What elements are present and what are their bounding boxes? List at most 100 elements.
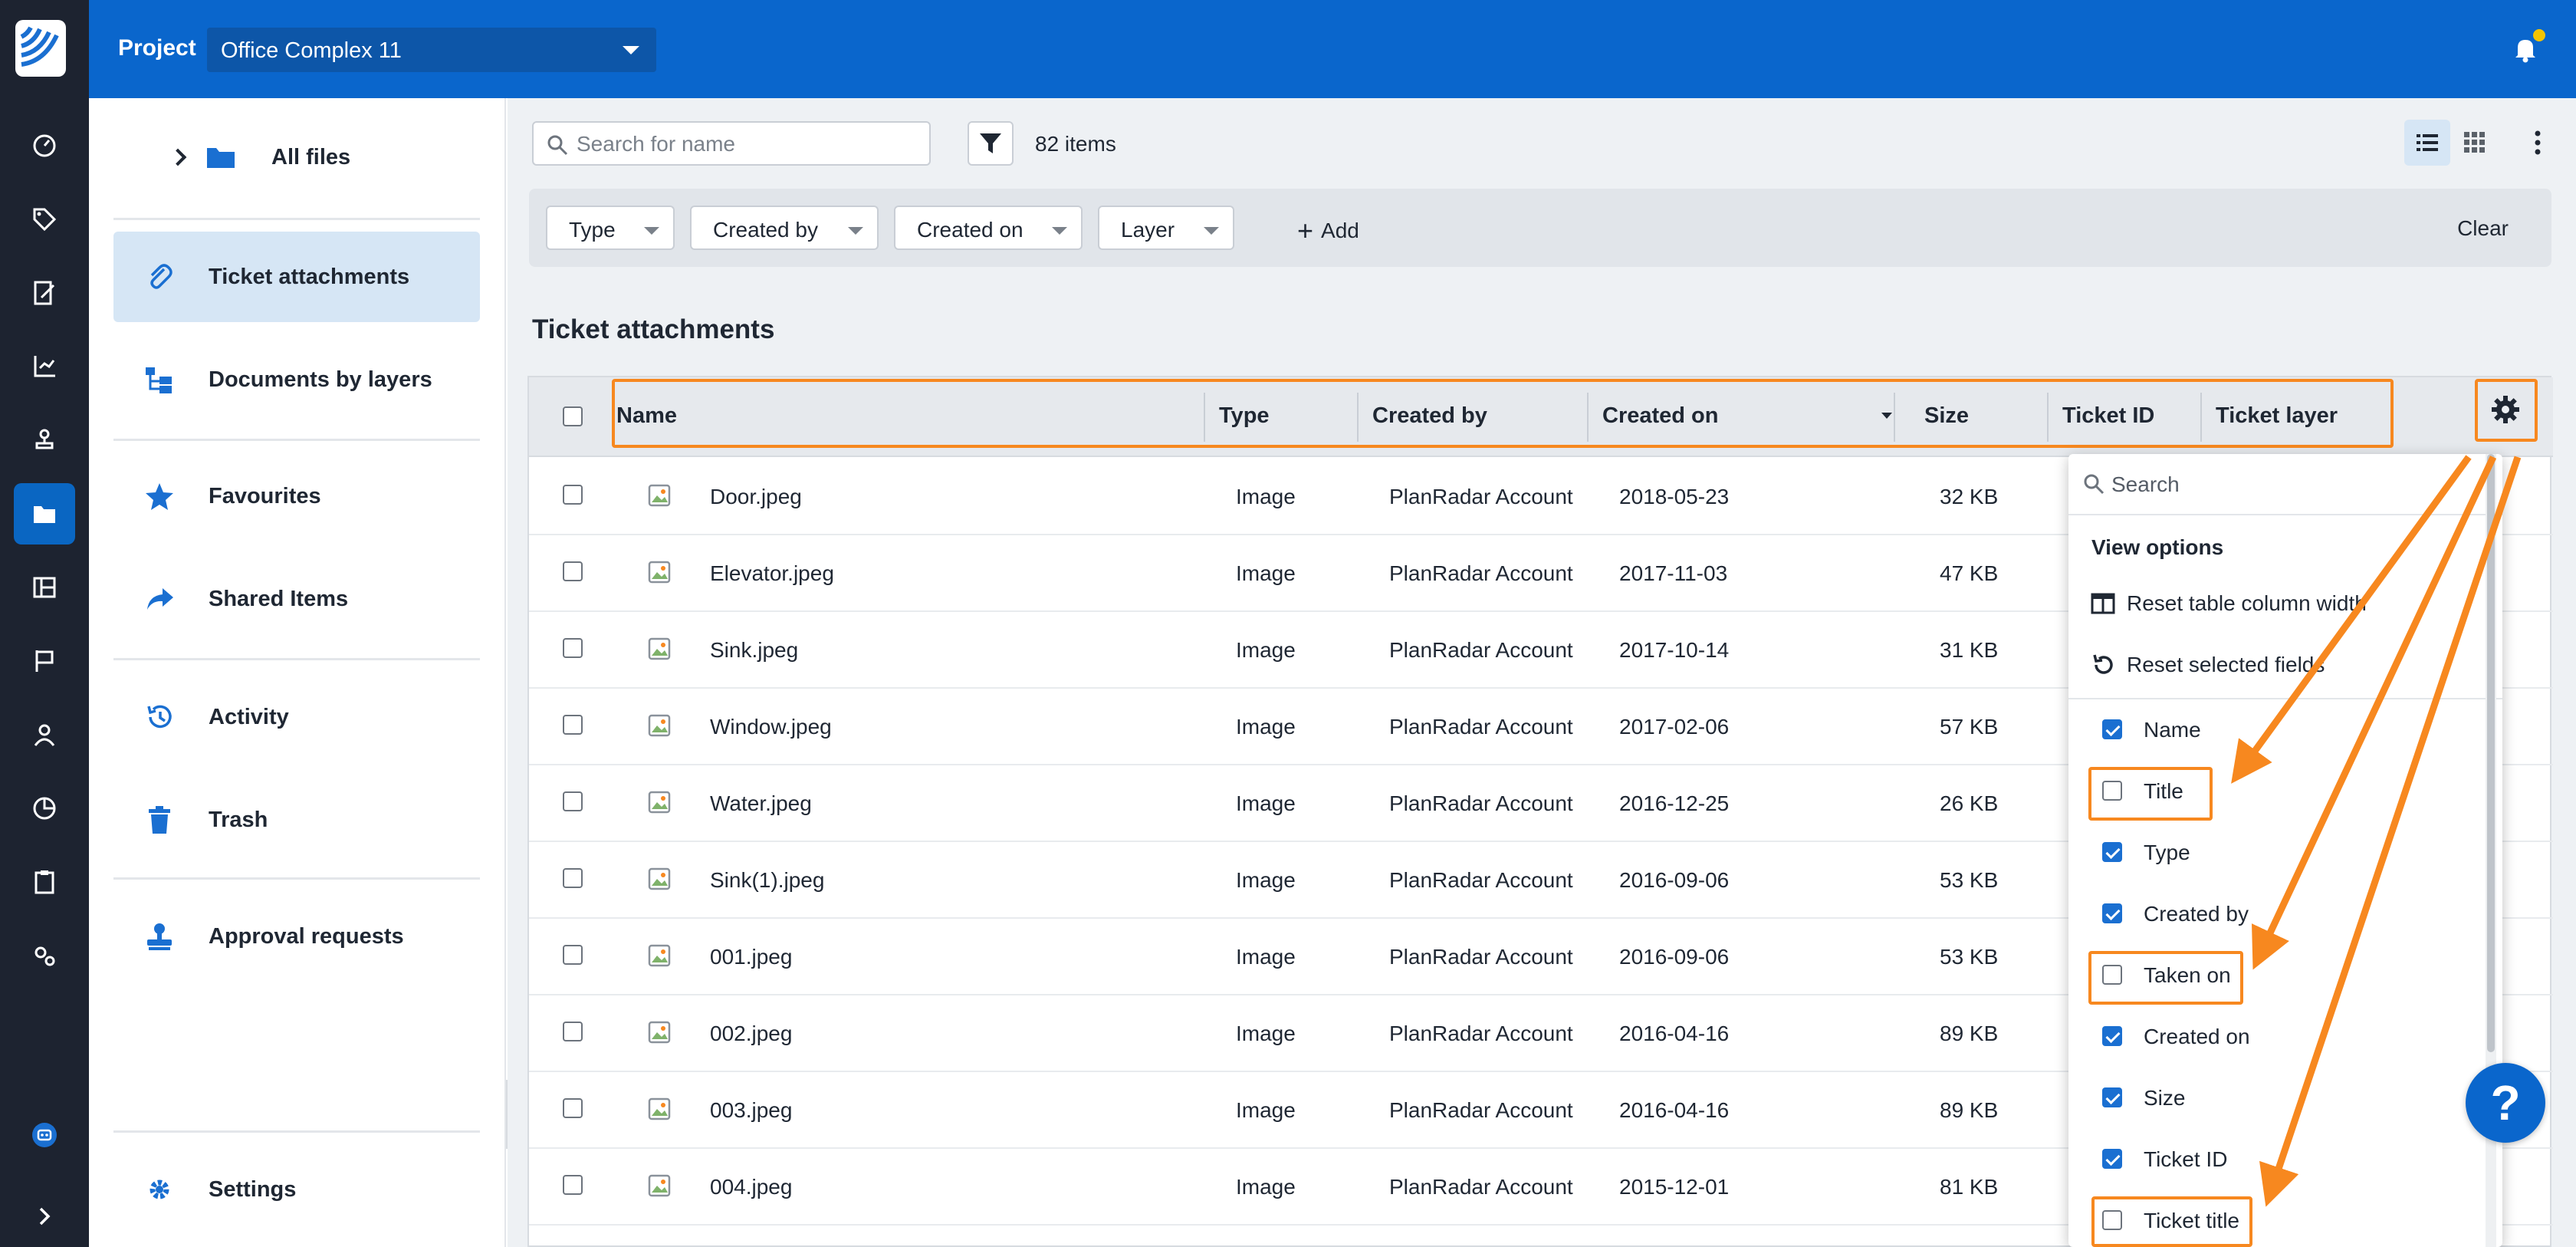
cell-size: 81 KB — [1940, 1175, 1999, 1199]
cell-name[interactable]: 004.jpeg — [710, 1175, 792, 1199]
cell-name[interactable]: Door.jpeg — [710, 485, 802, 509]
grid-view-button[interactable] — [2452, 120, 2498, 166]
plans-icon[interactable] — [14, 557, 75, 618]
row-checkbox[interactable] — [563, 1098, 583, 1118]
help-button[interactable]: ? — [2466, 1063, 2545, 1143]
cell-name[interactable]: Water.jpeg — [710, 791, 812, 816]
tag-icon[interactable] — [14, 189, 75, 250]
row-checkbox[interactable] — [563, 638, 583, 658]
items-count: 82 items — [1035, 132, 1116, 156]
nav-documents-by-layers[interactable]: Documents by layers — [113, 334, 480, 425]
reset-column-width-button[interactable]: Reset table column width — [2090, 591, 2367, 617]
row-checkbox[interactable] — [563, 945, 583, 965]
more-options-button[interactable] — [2522, 120, 2553, 166]
list-view-button[interactable] — [2404, 120, 2450, 166]
cell-name[interactable]: 002.jpeg — [710, 1022, 792, 1046]
column-option[interactable]: Size — [2068, 1068, 2482, 1129]
column-option[interactable]: Created by — [2068, 883, 2482, 945]
search-input[interactable] — [577, 130, 914, 158]
nav-approval-requests[interactable]: Approval requests — [113, 891, 480, 982]
column-option-checkbox[interactable] — [2102, 842, 2122, 862]
nav-label: Approval requests — [209, 923, 404, 949]
nav-label: Documents by layers — [209, 367, 432, 392]
row-checkbox[interactable] — [563, 1022, 583, 1041]
nav-label: All files — [271, 144, 351, 169]
edit-document-icon[interactable] — [14, 262, 75, 324]
clipboard-icon[interactable] — [14, 851, 75, 913]
column-option-checkbox[interactable] — [2102, 1026, 2122, 1046]
column-option[interactable]: Type — [2068, 822, 2482, 883]
dashboard-icon[interactable] — [14, 115, 75, 176]
cell-name[interactable]: 001.jpeg — [710, 945, 792, 969]
plus-icon: + — [1297, 215, 1314, 246]
assistant-bot-icon[interactable] — [14, 1104, 75, 1166]
search-box[interactable] — [532, 121, 931, 166]
stamp-icon[interactable] — [14, 410, 75, 471]
reset-selected-fields-button[interactable]: Reset selected fields — [2090, 652, 2325, 678]
column-option[interactable]: Name — [2068, 699, 2482, 761]
project-select[interactable]: Office Complex 11 — [207, 28, 656, 72]
reset-icon — [2093, 654, 2113, 674]
row-checkbox[interactable] — [563, 1175, 583, 1195]
pie-chart-icon[interactable] — [14, 778, 75, 839]
filter-icon — [980, 133, 1001, 153]
chevron-right-icon[interactable] — [169, 148, 187, 166]
top-bar: Project Office Complex 11 — [89, 0, 2576, 98]
nav-all-files[interactable]: All files — [113, 112, 480, 202]
filter-type[interactable]: Type — [546, 206, 675, 250]
column-settings-button[interactable] — [2481, 385, 2530, 434]
nav-settings[interactable]: Settings — [113, 1144, 480, 1235]
chart-icon[interactable] — [14, 336, 75, 397]
cell-size: 31 KB — [1940, 638, 1999, 662]
row-checkbox[interactable] — [563, 868, 583, 888]
image-file-icon — [647, 560, 672, 584]
folder-icon[interactable] — [14, 483, 75, 545]
divider — [113, 877, 480, 880]
column-option-checkbox[interactable] — [2102, 1087, 2122, 1107]
scrollbar-thumb[interactable] — [2487, 454, 2495, 1052]
filter-created-on[interactable]: Created on — [894, 206, 1083, 250]
panel-search-input[interactable] — [2111, 469, 2464, 500]
image-file-icon — [647, 867, 672, 891]
row-checkbox[interactable] — [563, 715, 583, 735]
column-option[interactable]: Created on — [2068, 1006, 2482, 1068]
column-option[interactable]: Ticket ID — [2068, 1129, 2482, 1190]
cell-name[interactable]: Sink(1).jpeg — [710, 868, 824, 893]
cell-size: 89 KB — [1940, 1098, 1999, 1122]
cell-created-by: PlanRadar Account — [1389, 715, 1573, 739]
row-checkbox[interactable] — [563, 791, 583, 811]
cell-type: Image — [1236, 1098, 1296, 1122]
nav-ticket-attachments[interactable]: Ticket attachments — [113, 232, 480, 322]
filter-label: Type — [569, 218, 616, 242]
nav-label: Shared Items — [209, 586, 349, 611]
nav-shared-items[interactable]: Shared Items — [113, 554, 480, 644]
chevron-down-icon — [1052, 227, 1067, 235]
cell-name[interactable]: Window.jpeg — [710, 715, 832, 739]
nav-activity[interactable]: Activity — [113, 672, 480, 762]
column-option-checkbox[interactable] — [2102, 719, 2122, 739]
nav-favourites[interactable]: Favourites — [113, 451, 480, 541]
cell-name[interactable]: Sink.jpeg — [710, 638, 798, 663]
filter-button[interactable] — [968, 121, 1014, 166]
filter-layer[interactable]: Layer — [1098, 206, 1234, 250]
search-icon — [546, 133, 569, 156]
user-icon[interactable] — [14, 704, 75, 765]
expand-rail-icon[interactable] — [14, 1186, 75, 1247]
cell-name[interactable]: 003.jpeg — [710, 1098, 792, 1123]
column-option-checkbox[interactable] — [2102, 1149, 2122, 1169]
nav-trash[interactable]: Trash — [113, 775, 480, 865]
select-all-checkbox[interactable] — [563, 406, 583, 426]
cell-name[interactable]: Elevator.jpeg — [710, 561, 834, 586]
planradar-logo-icon[interactable] — [14, 18, 67, 78]
cell-type: Image — [1236, 868, 1296, 892]
flag-icon[interactable] — [14, 630, 75, 692]
add-filter-button[interactable]: + Add — [1297, 215, 1359, 247]
clear-filters-button[interactable]: Clear — [2457, 216, 2509, 241]
row-checkbox[interactable] — [563, 485, 583, 505]
column-option-checkbox[interactable] — [2102, 903, 2122, 923]
settings-cogs-icon[interactable] — [14, 925, 75, 986]
cell-created-by: PlanRadar Account — [1389, 561, 1573, 585]
row-checkbox[interactable] — [563, 561, 583, 581]
filter-created-by[interactable]: Created by — [690, 206, 879, 250]
panel-search-box[interactable] — [2068, 454, 2502, 515]
